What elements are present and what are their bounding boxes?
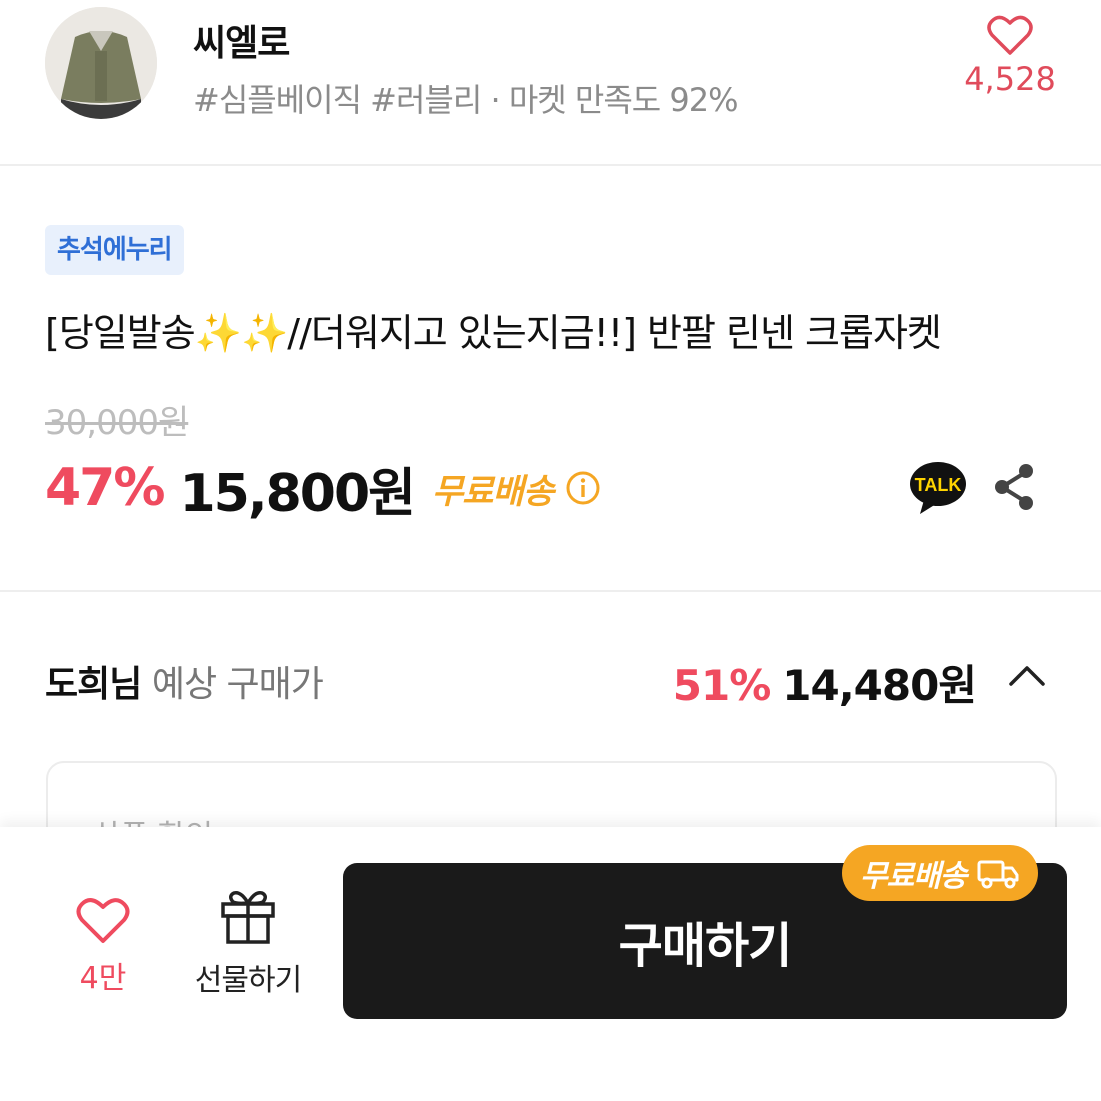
store-name[interactable]: 씨엘로 (193, 14, 290, 66)
info-icon[interactable] (565, 470, 601, 506)
heart-icon (76, 898, 130, 943)
chevron-up-icon[interactable] (1008, 662, 1046, 692)
share-icon[interactable] (990, 462, 1038, 516)
discount-rate: 47% (45, 458, 165, 518)
heart-icon (987, 15, 1033, 55)
original-price: 30,000원 (45, 403, 189, 443)
wish-button[interactable]: 4만 (60, 897, 146, 997)
gift-label: 선물하기 (194, 963, 302, 998)
store-avatar[interactable] (45, 7, 157, 119)
store-like-button[interactable]: 4,528 (955, 14, 1065, 98)
wish-count: 4만 (79, 961, 127, 996)
free-shipping-pill-label: 무료배송 (860, 859, 967, 894)
divider (0, 164, 1101, 166)
jacket-photo (45, 7, 157, 119)
store-header: 씨엘로 #심플베이직 #러블리 · 마켓 만족도 92% 4,528 (0, 0, 1101, 165)
user-name: 도희님 (45, 664, 142, 705)
store-like-count: 4,528 (964, 60, 1056, 98)
expected-price-text: 예상 구매가 (151, 664, 324, 705)
sale-price: 15,800원 (179, 463, 416, 524)
expected-price-label: 도희님 예상 구매가 (45, 655, 324, 707)
price-row: 47% 15,800원 무료배송 (45, 455, 601, 524)
divider (0, 590, 1101, 592)
svg-text:TALK: TALK (915, 475, 962, 495)
free-shipping-label: 무료배송 (431, 471, 554, 512)
expected-discount-rate: 51% (672, 661, 772, 710)
product-title: [당일발송✨✨//더워지고 있는지금!!] 반팔 린넨 크롭자켓 (45, 311, 942, 355)
truck-icon (977, 860, 1019, 889)
promo-badge: 추석에누리 (45, 225, 184, 275)
gift-icon (221, 890, 275, 944)
free-shipping-pill: 무료배송 (842, 845, 1039, 901)
gift-button[interactable]: 선물하기 (180, 889, 316, 999)
expected-price: 51% 14,480원 (672, 652, 977, 713)
expected-price-value: 14,480원 (782, 661, 977, 710)
kakao-talk-icon[interactable]: TALK (908, 460, 968, 520)
bottom-action-bar: 4만 선물하기 구매하기 무료배송 (0, 827, 1101, 1101)
store-tags: #심플베이직 #러블리 · 마켓 만족도 92% (193, 81, 739, 119)
